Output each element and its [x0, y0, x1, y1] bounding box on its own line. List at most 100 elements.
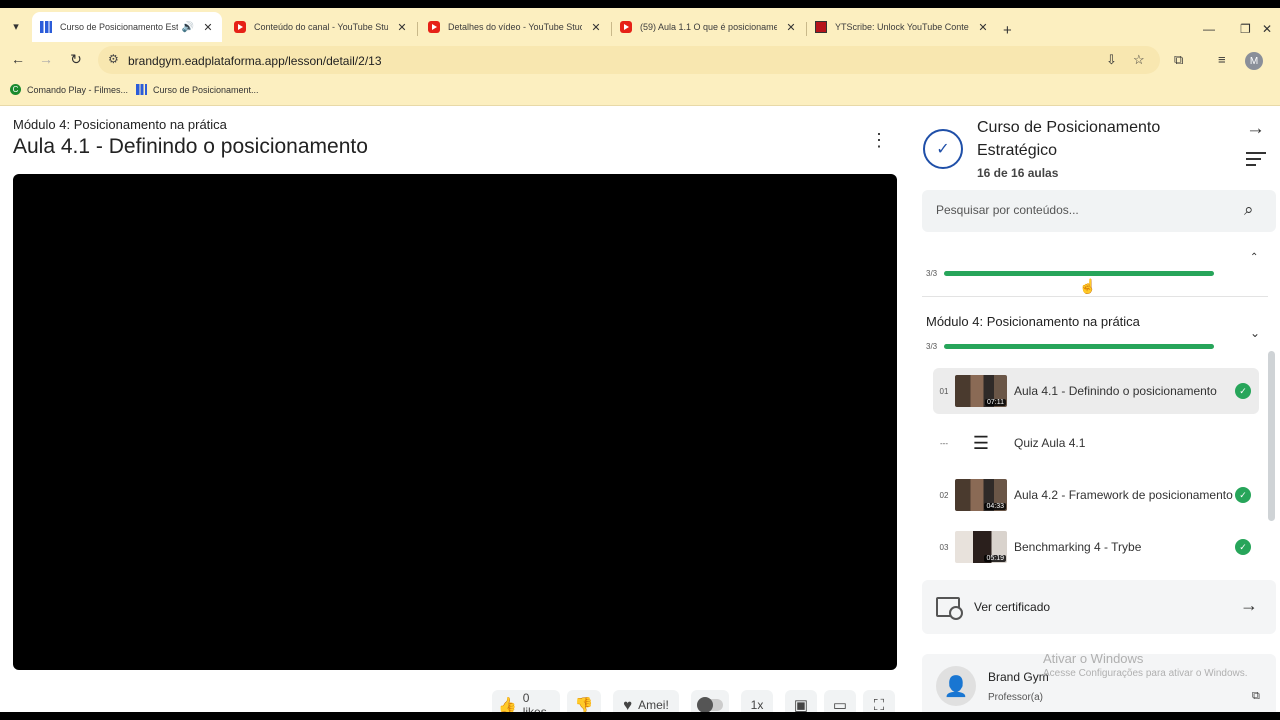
progress-track — [944, 270, 1214, 276]
ytscribe-favicon-icon — [815, 21, 827, 33]
close-tab-icon[interactable]: ✕ — [396, 21, 408, 34]
minimize-window-icon[interactable]: — — [1203, 22, 1215, 36]
back-arrow-icon[interactable]: ← — [9, 51, 27, 67]
toggle-switch-icon — [697, 697, 723, 713]
content-search-input[interactable] — [936, 203, 1226, 217]
install-app-icon[interactable]: ⇩ — [1106, 52, 1117, 68]
certificate-button[interactable]: Ver certificado → — [922, 580, 1276, 634]
bookmark-comando-play[interactable]: C Comando Play - Filmes... — [10, 84, 128, 95]
more-options-icon[interactable]: ⋮ — [870, 130, 888, 151]
certificate-label: Ver certificado — [974, 600, 1051, 614]
close-tab-icon[interactable]: ✕ — [202, 21, 214, 34]
completed-check-icon: ✓ — [1235, 539, 1251, 555]
site-info-icon[interactable]: ⚙ — [108, 52, 119, 66]
close-tab-icon[interactable]: ✕ — [977, 21, 989, 34]
external-link-icon[interactable]: ⧉ — [1252, 690, 1260, 703]
lesson-duration: 05:19 — [984, 555, 1006, 562]
module-divider — [922, 296, 1268, 297]
next-arrow-icon[interactable]: → — [1246, 118, 1265, 140]
course-title: Curso de Posicionamento Estratégico — [977, 119, 1161, 159]
lesson-item-benchmarking-4[interactable]: 03 05:19 Benchmarking 4 - Trybe ✓ — [933, 524, 1259, 570]
bookmark-label: Comando Play - Filmes... — [27, 84, 129, 95]
tab-separator — [417, 22, 418, 36]
tab-title: Conteúdo do canal - YouTube Studio — [254, 22, 388, 32]
lesson-title: Aula 4.1 - Definindo o posicionamento — [13, 135, 368, 158]
lesson-label: Aula 4.2 - Framework de posicionamento — [1014, 488, 1233, 502]
restore-window-icon[interactable]: ❐ — [1240, 22, 1251, 36]
progress-fill — [944, 343, 1214, 349]
certificate-icon — [936, 597, 963, 620]
lesson-number: --- — [940, 438, 948, 448]
screen-top-strip — [0, 0, 1280, 8]
profile-avatar[interactable]: M — [1245, 52, 1263, 70]
content-search-box: ⌕ — [922, 190, 1276, 232]
tab-curso-posicionamento[interactable]: Curso de Posicionamento Estratégico 🔊 ✕ — [32, 12, 222, 42]
lesson-number: 03 — [939, 542, 949, 552]
video-player[interactable] — [13, 174, 897, 670]
module-title: Módulo 4: Posicionamento na prática — [13, 117, 227, 132]
tab-conteudo-canal[interactable]: Conteúdo do canal - YouTube Studio ✕ — [226, 12, 416, 42]
tab-aula-youtube[interactable]: (59) Aula 1.1 O que é posicionamento ✕ — [612, 12, 805, 42]
professor-name: Brand Gym — [988, 670, 1049, 684]
browser-tab-bar: ▾ Curso de Posicionamento Estratégico 🔊 … — [0, 8, 1280, 42]
bookmark-star-icon[interactable]: ☆ — [1133, 52, 1145, 68]
speed-label: 1x — [750, 698, 764, 712]
lesson-item-aula-4-2[interactable]: 02 04:33 Aula 4.2 - Framework de posicio… — [933, 472, 1259, 518]
windows-activation-subtitle: Acesse Configurações para ativar o Windo… — [1043, 668, 1248, 679]
lesson-thumbnail: 04:33 — [955, 479, 1007, 511]
professor-avatar-icon: 👤 — [936, 666, 976, 706]
filter-sort-icon[interactable] — [1246, 152, 1266, 170]
professor-role: Professor(a) — [988, 692, 1044, 703]
close-tab-icon[interactable]: ✕ — [785, 21, 797, 34]
lesson-label: Benchmarking 4 - Trybe — [1014, 540, 1142, 554]
bookmark-curso-posicionamento[interactable]: Curso de Posicionament... — [136, 84, 259, 95]
close-tab-icon[interactable]: ✕ — [590, 21, 602, 34]
url-text[interactable]: brandgym.eadplataforma.app/lesson/detail… — [128, 54, 382, 68]
forward-arrow-icon[interactable]: → — [37, 51, 55, 67]
search-icon[interactable]: ⌕ — [1244, 200, 1254, 220]
module-3-progress: 3/3 — [926, 268, 1226, 278]
lesson-label: Quiz Aula 4.1 — [1014, 436, 1086, 450]
lesson-thumbnail: 07:11 — [955, 375, 1007, 407]
module-4-progress: 3/3 — [926, 341, 1226, 351]
module-list: ⌃ 3/3 Módulo 4: Posicionamento na prátic… — [922, 246, 1268, 574]
hand-cursor-icon: ☝ — [1079, 278, 1097, 294]
lesson-number: 02 — [939, 490, 949, 500]
close-window-icon[interactable]: ✕ — [1262, 22, 1272, 36]
course-lesson-count: 16 de 16 aulas — [977, 166, 1059, 180]
lesson-thumbnail: 05:19 — [955, 531, 1007, 563]
screen-bottom-strip — [0, 712, 1280, 720]
browser-toolbar: ← → ↻ ⚙ brandgym.eadplataforma.app/lesso… — [0, 42, 1280, 78]
tab-title: YTScribe: Unlock YouTube Content wi — [835, 22, 969, 32]
media-controls-icon[interactable]: ≡ — [1218, 52, 1226, 67]
lesson-page: Módulo 4: Posicionamento na prática Aula… — [0, 106, 1280, 720]
chevron-up-icon[interactable]: ⌃ — [1250, 252, 1258, 263]
module-4-title[interactable]: Módulo 4: Posicionamento na prática — [926, 314, 1140, 329]
youtube-favicon-icon — [428, 21, 440, 33]
module-list-scrollbar[interactable] — [1268, 351, 1275, 521]
audio-playing-icon[interactable]: 🔊 — [182, 22, 194, 33]
love-label: Amei! — [638, 698, 669, 712]
play-favicon-icon: C — [10, 84, 21, 95]
reload-icon[interactable]: ↻ — [67, 51, 85, 68]
lesson-item-quiz-4-1[interactable]: --- ☰ Quiz Aula 4.1 — [933, 420, 1259, 466]
lesson-duration: 07:11 — [985, 399, 1006, 406]
tab-detalhes-video[interactable]: Detalhes do vídeo - YouTube Studio ✕ — [420, 12, 610, 42]
chevron-down-icon[interactable]: ⌄ — [1250, 326, 1260, 340]
extensions-puzzle-icon[interactable]: ⧉ — [1174, 52, 1183, 68]
tab-title: (59) Aula 1.1 O que é posicionamento — [640, 22, 777, 32]
youtube-favicon-icon — [234, 21, 246, 33]
tab-title: Curso de Posicionamento Estratégico — [60, 22, 178, 32]
tab-ytscribe[interactable]: YTScribe: Unlock YouTube Content wi ✕ — [807, 12, 997, 42]
lesson-duration: 04:33 — [984, 503, 1006, 510]
course-complete-check-icon: ✓ — [923, 129, 963, 169]
lesson-item-aula-4-1[interactable]: 01 07:11 Aula 4.1 - Definindo o posicion… — [933, 368, 1259, 414]
new-tab-plus-icon[interactable]: + — [1003, 22, 1012, 39]
arrow-right-icon: → — [1240, 595, 1258, 615]
tab-search-chevron-icon[interactable]: ▾ — [6, 16, 26, 36]
progress-label: 3/3 — [926, 268, 938, 278]
progress-fill — [944, 270, 1214, 276]
completed-check-icon: ✓ — [1235, 487, 1251, 503]
address-bar[interactable]: ⚙ brandgym.eadplataforma.app/lesson/deta… — [98, 46, 1160, 74]
heart-icon: ♥ — [623, 696, 633, 714]
